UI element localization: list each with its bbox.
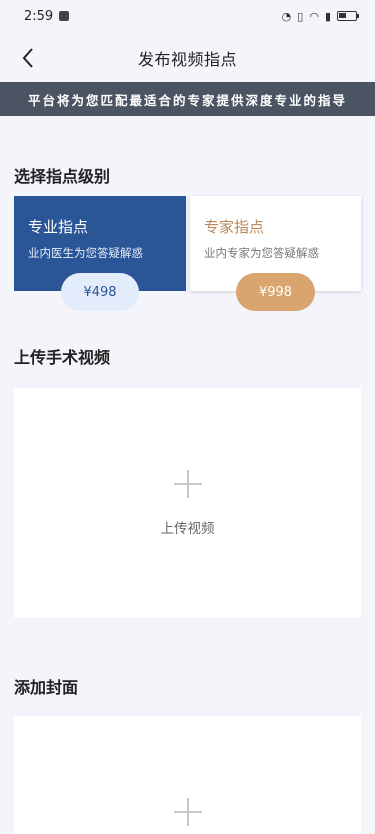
wifi-icon: ◠ <box>309 9 319 23</box>
section-title-level: 选择指点级别 <box>14 167 111 186</box>
back-button[interactable] <box>14 44 42 72</box>
plus-icon <box>174 798 202 826</box>
vibrate-icon: ▯ <box>297 9 304 23</box>
speed-icon: ◔ <box>281 9 292 23</box>
price-badge-expert[interactable]: ¥998 <box>236 273 315 311</box>
status-time: 2:59 <box>24 8 54 24</box>
page-title: 发布视频指点 <box>137 50 237 69</box>
upload-video-label: 上传视频 <box>160 521 215 537</box>
section-title-video: 上传手术视频 <box>14 348 111 367</box>
plus-icon <box>174 470 202 498</box>
plan-name: 专家指点 <box>204 218 265 236</box>
notification-icon <box>59 11 70 21</box>
chevron-left-icon <box>22 48 33 68</box>
section-title-cover: 添加封面 <box>14 678 79 697</box>
plan-desc: 业内专家为您答疑解惑 <box>204 246 319 260</box>
battery-icon <box>337 11 359 21</box>
nav-bar: 发布视频指点 <box>0 36 375 80</box>
price-badge-pro[interactable]: ¥498 <box>61 273 139 311</box>
add-cover-area[interactable] <box>14 716 361 834</box>
plan-name: 专业指点 <box>28 218 89 236</box>
alert-icon: ▮ <box>324 9 331 23</box>
info-banner: 平台将为您匹配最适合的专家提供深度专业的指导 <box>0 82 375 116</box>
status-bar: 2:59 ◔ ▯ ◠ ▮ <box>0 0 375 32</box>
upload-video-area[interactable]: 上传视频 <box>14 388 361 618</box>
plan-desc: 业内医生为您答疑解惑 <box>28 246 143 260</box>
